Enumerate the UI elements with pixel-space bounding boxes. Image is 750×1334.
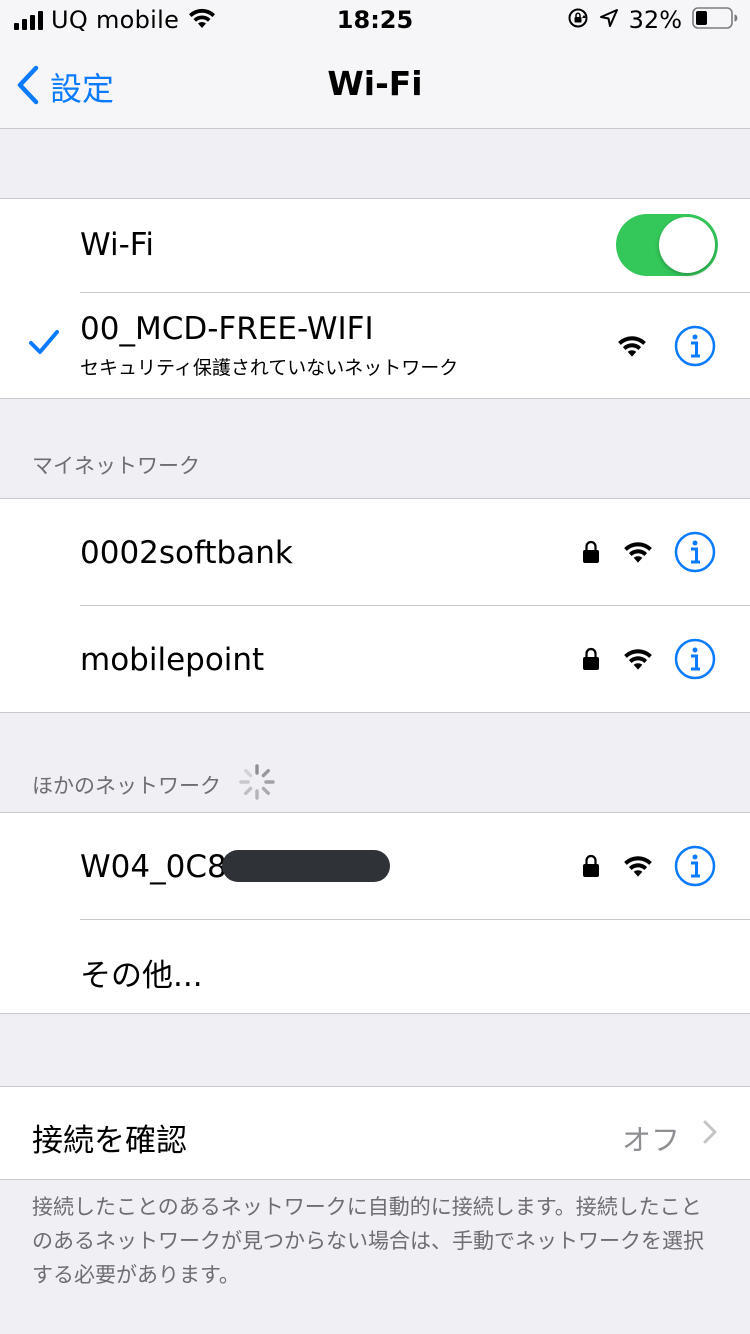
connected-network-row[interactable]: 00_MCD-FREE-WIFI セキュリティ保護されていないネットワーク [0,293,750,398]
my-networks-header: マイネットワーク [32,450,200,480]
chevron-right-icon [702,1119,718,1149]
ask-to-join-row[interactable]: 接続を確認 オフ [0,1087,750,1179]
ask-to-join-label: 接続を確認 [32,1123,187,1159]
page-title: Wi-Fi [327,64,423,103]
orientation-lock-icon [567,7,589,33]
lock-icon [582,540,600,568]
connected-network-subtitle: セキュリティ保護されていないネットワーク [80,357,459,379]
toggle-knob [659,217,715,273]
network-name: 0002softbank [80,535,293,571]
location-arrow-icon [599,8,619,32]
navigation-bar: 設定 Wi-Fi [0,40,750,129]
other-network-label: その他... [80,958,203,994]
info-icon[interactable] [674,325,716,371]
wifi-strength-icon [616,334,648,362]
battery-percent: 32% [628,6,682,34]
my-networks-header-label: マイネットワーク [32,454,200,478]
wifi-toggle-label: Wi-Fi [80,227,154,263]
wifi-strength-icon [622,647,654,675]
network-name: W04_0C8 [80,849,227,885]
info-icon[interactable] [674,531,716,577]
connected-network-name: 00_MCD-FREE-WIFI [80,311,374,347]
other-networks-group: W04_0C8 その他... [0,812,750,1014]
network-name: mobilepoint [80,642,265,678]
info-icon[interactable] [674,638,716,684]
ask-to-join-description: 接続したことのあるネットワークに自動的に接続します。接続したことのあるネットワー… [32,1195,704,1287]
wifi-toggle-row: Wi-Fi [0,199,750,292]
checkmark-icon [28,329,60,359]
network-row[interactable]: mobilepoint [0,606,750,712]
network-row[interactable]: W04_0C8 [0,813,750,919]
network-row[interactable]: 0002softbank [0,499,750,605]
ask-to-join-group: 接続を確認 オフ [0,1086,750,1180]
wifi-strength-icon [622,854,654,882]
lock-icon [582,854,600,882]
other-network-row[interactable]: その他... [0,920,750,1013]
other-networks-header: ほかのネットワーク [32,762,277,807]
redaction-bar [222,850,390,882]
loading-spinner-icon [237,762,277,807]
wifi-toggle[interactable] [616,214,718,276]
wifi-main-group: Wi-Fi 00_MCD-FREE-WIFI セキュリティ保護されていないネット… [0,198,750,399]
other-networks-header-label: ほかのネットワーク [32,773,221,798]
my-networks-group: 0002softbank mobilepoint [0,498,750,713]
status-bar: UQ mobile 18:25 32% [0,0,750,40]
battery-icon [692,7,738,33]
wifi-strength-icon [622,540,654,568]
ask-to-join-value: オフ [621,1123,680,1157]
info-icon[interactable] [674,845,716,891]
lock-icon [582,647,600,675]
